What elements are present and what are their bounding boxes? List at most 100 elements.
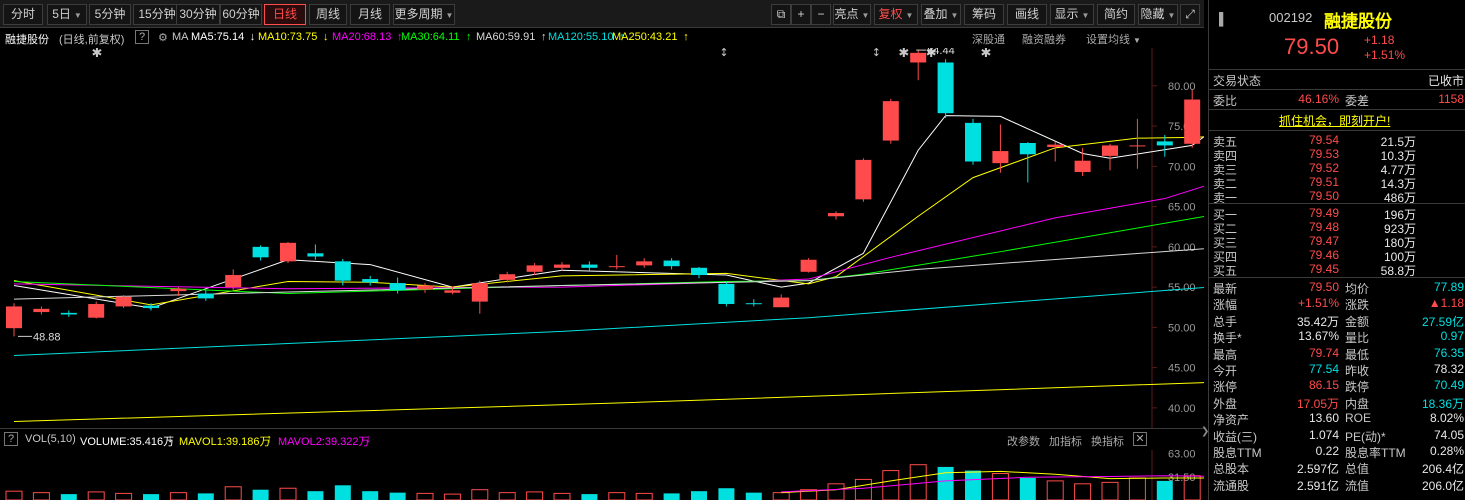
candle[interactable] — [60, 310, 77, 317]
overlay-button[interactable]: 叠加 ▼ — [921, 4, 961, 25]
volume-bar[interactable] — [663, 493, 680, 500]
help-icon[interactable]: ? — [135, 30, 149, 44]
add-indicator-link[interactable]: 加指标 — [1049, 433, 1082, 449]
volume-bar[interactable] — [1156, 480, 1173, 500]
close-icon[interactable]: ✕ — [1133, 432, 1147, 446]
volume-bar[interactable] — [32, 492, 50, 500]
margin-trading-link[interactable]: 融资融券 — [1022, 31, 1066, 47]
volume-bar[interactable] — [224, 486, 242, 500]
volume-bar[interactable] — [443, 493, 461, 500]
period-tab-daily[interactable]: 日线 — [264, 4, 306, 25]
star-marker-icon[interactable]: ✱ — [92, 48, 103, 61]
volume-bar[interactable] — [279, 487, 297, 500]
candle[interactable] — [608, 254, 625, 270]
candle[interactable] — [115, 295, 132, 309]
volume-bar[interactable] — [937, 466, 954, 500]
switch-indicator-link[interactable]: 换指标 — [1091, 433, 1124, 449]
candle[interactable] — [280, 242, 296, 263]
star-marker-icon[interactable]: ✱ — [981, 48, 992, 61]
volume-bar[interactable] — [1101, 481, 1119, 500]
candle[interactable] — [1184, 89, 1201, 148]
volume-bar[interactable] — [553, 492, 571, 500]
candle[interactable] — [362, 275, 379, 286]
candle[interactable] — [965, 118, 981, 165]
volume-bar[interactable] — [197, 493, 214, 500]
period-tab-monthly[interactable]: 月线 — [350, 4, 390, 25]
candle[interactable] — [1047, 141, 1064, 162]
volume-bar[interactable] — [1019, 477, 1036, 500]
period-tab-60min[interactable]: 60分钟 — [220, 4, 262, 25]
period-tab-5min[interactable]: 5分钟 — [89, 4, 131, 25]
candle[interactable] — [197, 290, 214, 301]
star-marker-icon[interactable]: ✱ — [898, 48, 909, 61]
volume-chart[interactable]: 63.0031.50 — [0, 450, 1204, 500]
volume-bar[interactable] — [718, 488, 735, 500]
volume-bar[interactable] — [498, 492, 516, 500]
candlestick-chart[interactable]: 80.0075.0070.0065.0060.0055.0050.0045.00… — [0, 48, 1204, 428]
candle[interactable] — [910, 50, 927, 81]
volume-bar[interactable] — [169, 492, 187, 500]
adjust-button[interactable]: 复权 ▼ — [874, 4, 918, 25]
volume-bar[interactable] — [334, 485, 351, 500]
volume-bar[interactable] — [307, 491, 324, 500]
candle[interactable] — [718, 282, 735, 307]
more-periods-dropdown[interactable]: 更多周期 ▼ — [393, 4, 455, 25]
volume-bar[interactable] — [991, 473, 1009, 500]
volume-bar[interactable] — [1074, 483, 1092, 500]
volume-bar[interactable] — [143, 494, 159, 500]
volume-bar[interactable] — [1128, 477, 1146, 500]
volume-bar[interactable] — [827, 483, 845, 500]
candle[interactable] — [1019, 142, 1036, 183]
volume-bar[interactable] — [5, 490, 23, 500]
candle[interactable] — [88, 301, 105, 319]
collapse-left-icon[interactable]: ▌ — [1219, 12, 1228, 26]
candle[interactable] — [307, 244, 324, 260]
candle[interactable] — [554, 262, 570, 272]
period-tab-minute[interactable]: 分时 — [3, 4, 43, 25]
volume-bar[interactable] — [87, 491, 105, 500]
candle[interactable] — [417, 283, 433, 293]
copy-icon[interactable]: ⧉ — [771, 4, 791, 25]
candle[interactable] — [1074, 147, 1091, 177]
vol-help-icon[interactable]: ? — [4, 432, 18, 446]
volume-bar[interactable] — [581, 494, 598, 500]
candle[interactable] — [937, 59, 954, 119]
open-account-banner[interactable]: 抓住机会，即刻开户! — [1279, 112, 1390, 129]
highlight-button[interactable]: 亮点 ▼ — [833, 4, 871, 25]
volume-bar[interactable] — [389, 492, 406, 500]
candle[interactable] — [745, 299, 762, 307]
fullscreen-icon[interactable]: ⤢ — [1180, 4, 1200, 25]
zoom-in-icon[interactable]: + — [791, 4, 811, 25]
volume-bar[interactable] — [60, 494, 77, 500]
candle[interactable] — [855, 158, 872, 202]
volume-bar[interactable] — [965, 470, 981, 500]
volume-bar[interactable] — [745, 492, 762, 500]
candle[interactable] — [389, 277, 406, 294]
zoom-out-icon[interactable]: − — [811, 4, 831, 25]
candle[interactable] — [663, 258, 680, 270]
display-button[interactable]: 显示 ▼ — [1050, 4, 1094, 25]
volume-bar[interactable] — [252, 489, 269, 500]
ma-gear-icon[interactable]: ⚙ — [158, 31, 168, 44]
volume-bar[interactable] — [854, 478, 872, 500]
chips-button[interactable]: 筹码 — [964, 4, 1004, 25]
candle[interactable] — [800, 258, 817, 273]
candle[interactable] — [252, 245, 269, 261]
draw-line-button[interactable]: 画线 — [1007, 4, 1047, 25]
period-tab-5day[interactable]: 5日 ▼ — [47, 4, 87, 25]
volume-bar[interactable] — [1046, 480, 1064, 500]
candle[interactable] — [882, 98, 899, 144]
volume-bar[interactable] — [608, 492, 626, 500]
candle[interactable] — [691, 266, 707, 279]
candle[interactable] — [33, 306, 50, 315]
sz-connect-link[interactable]: 深股通 — [972, 31, 1005, 47]
volume-bar[interactable] — [416, 492, 434, 500]
candle[interactable] — [471, 280, 488, 314]
candle[interactable] — [828, 211, 844, 220]
event-marker-icon[interactable]: ↕ — [719, 48, 728, 59]
hide-button[interactable]: 隐藏 ▼ — [1138, 4, 1178, 25]
candle[interactable] — [1129, 118, 1146, 169]
period-tab-15min[interactable]: 15分钟 — [133, 4, 181, 25]
change-params-link[interactable]: 改参数 — [1007, 433, 1040, 449]
volume-bar[interactable] — [115, 492, 133, 500]
